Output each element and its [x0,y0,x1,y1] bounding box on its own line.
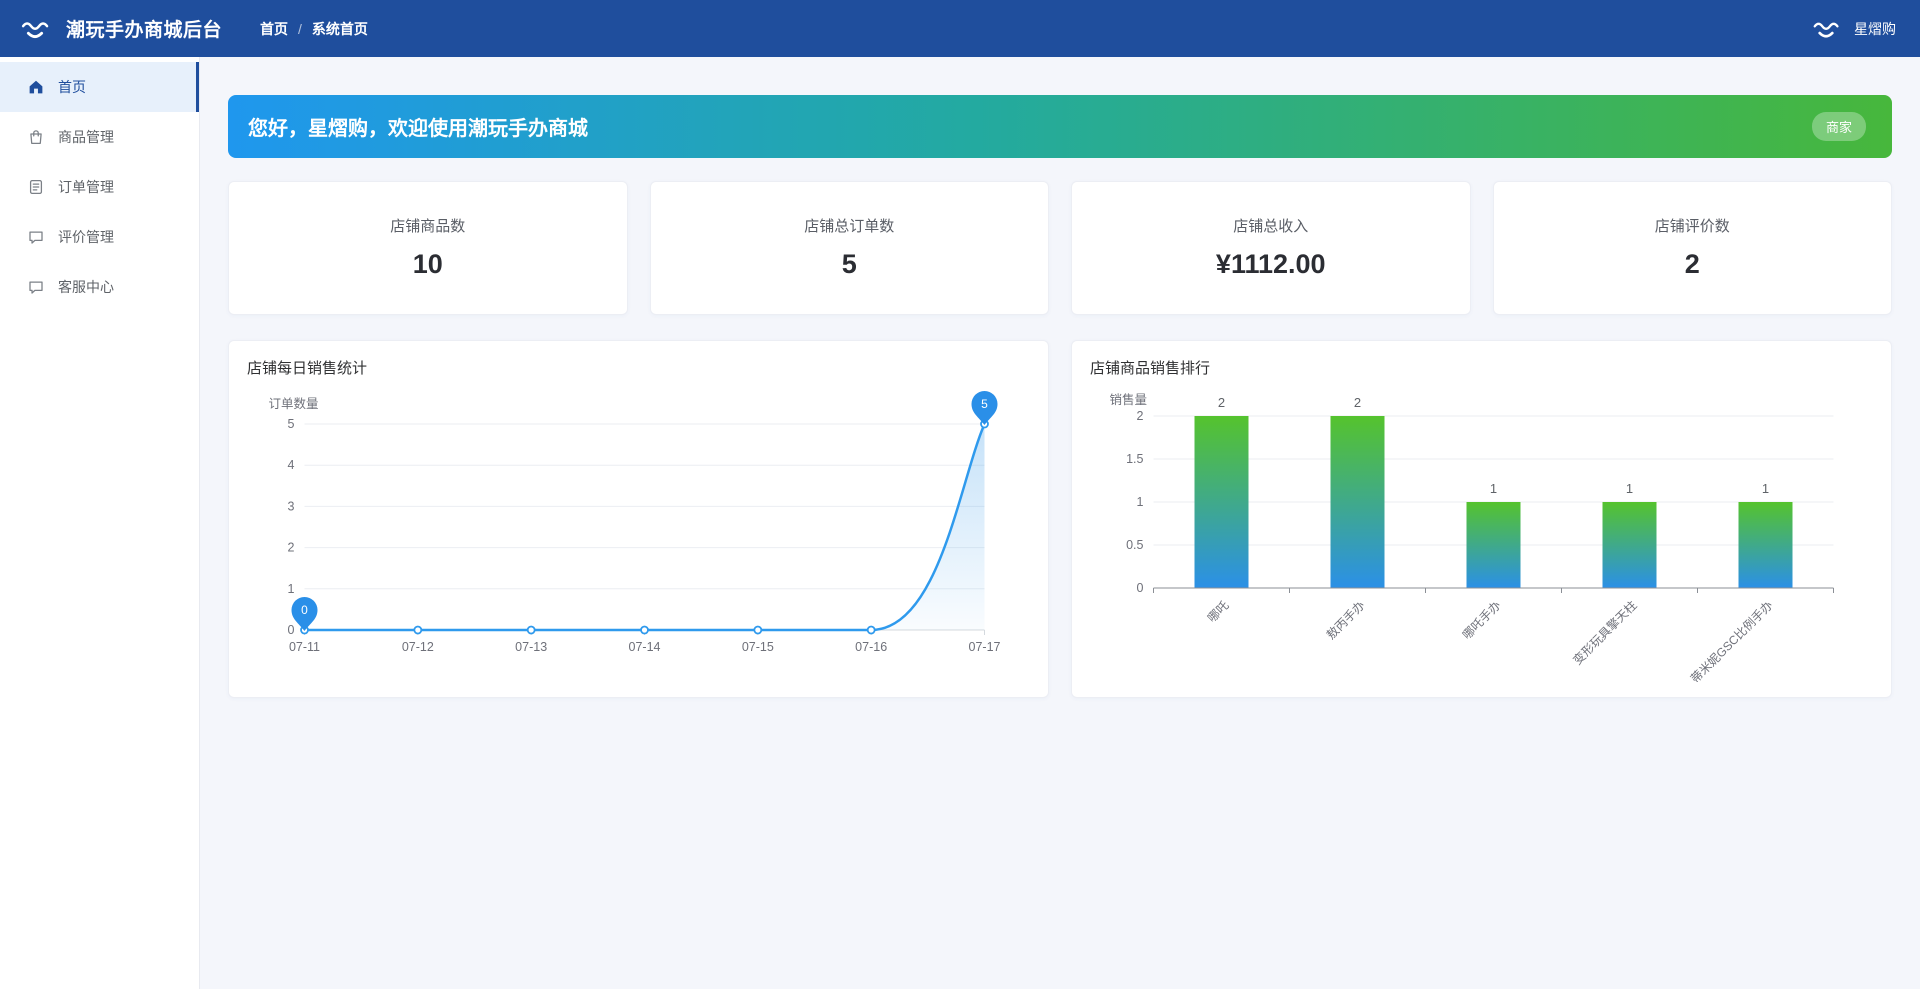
main-content: 您好，星熠购，欢迎使用潮玩手办商城 商家 店铺商品数 10 店铺总订单数 5 店… [200,57,1920,989]
svg-text:1: 1 [288,582,295,596]
bars: 2 2 1 1 1 [1194,395,1793,588]
svg-text:3: 3 [288,499,295,513]
bar-value-label: 1 [1626,481,1633,496]
svg-text:2: 2 [1137,409,1144,423]
role-badge: 商家 [1811,112,1866,141]
grid [304,423,985,590]
bar [1466,502,1521,588]
username: 星熠购 [1854,20,1896,37]
breadcrumb-home[interactable]: 首页 [260,19,288,39]
stat-card-products: 店铺商品数 10 [228,181,628,315]
svg-text:0: 0 [288,623,295,637]
document-icon [27,178,45,196]
stat-label: 店铺评价数 [1654,218,1730,235]
mark-point-pin: 5 [971,391,998,425]
y-axis-name: 订单数量 [269,396,319,411]
sidebar-item-orders[interactable]: 订单管理 [0,162,199,212]
daily-sales-line-chart: 07-11 07-12 07-13 07-14 07-15 07-16 07-1701234… [269,391,1001,654]
home-icon [27,78,45,96]
bar [1602,502,1657,588]
welcome-banner: 您好，星熠购，欢迎使用潮玩手办商城 商家 [228,95,1892,158]
stat-card-revenue: 店铺总收入 ¥1112.00 [1071,181,1471,315]
stat-label: 店铺总收入 [1233,218,1309,235]
sidebar-item-support[interactable]: 客服中心 [0,262,199,312]
svg-text:07-16: 07-16 [855,640,887,654]
svg-text:0: 0 [301,603,308,617]
stat-card-orders: 店铺总订单数 5 [649,181,1049,315]
sidebar-item-products[interactable]: 商品管理 [0,112,199,162]
category-label: 变形玩具擎天柱 [1570,598,1640,668]
svg-text:0.5: 0.5 [1126,538,1143,552]
stat-value: ¥1112.00 [1215,249,1326,279]
stat-label: 店铺总订单数 [804,218,895,235]
category-label: 蒂米妮GSC比例手办 [1687,598,1775,682]
chart-title: 店铺商品销售排行 [1090,360,1211,377]
category-label: 敖丙手办 [1323,598,1368,643]
breadcrumb: 首页 / 系统首页 [260,19,368,39]
series-line [304,423,986,632]
user-menu[interactable]: 星熠购 [1808,11,1896,47]
y-axis: 0 0.5 1 1.5 2 [1126,409,1143,595]
svg-text:5: 5 [288,417,295,431]
breadcrumb-separator: / [298,20,302,37]
navbar-left: 潮玩手办商城后台 首页 / 系统首页 [16,10,368,48]
bar-value-label: 2 [1218,395,1225,410]
bar [1738,502,1793,588]
comment-icon [27,228,45,246]
category-label: 哪吒 [1205,598,1232,625]
markers [300,419,989,635]
top-navbar: 潮玩手办商城后台 首页 / 系统首页 星熠购 [0,0,1920,57]
svg-text:07-17: 07-17 [969,640,1001,654]
sidebar-item-label: 首页 [58,79,86,95]
sidebar-item-label: 评价管理 [58,229,114,245]
svg-text:07-15: 07-15 [742,640,774,654]
sidebar: 首页 商品管理 订单管理 评价管理 客服中心 [0,57,200,989]
svg-text:2: 2 [288,541,295,555]
sidebar-item-home[interactable]: 首页 [0,62,199,112]
svg-text:0: 0 [1137,581,1144,595]
welcome-text: 您好，星熠购，欢迎使用潮玩手办商城 [248,118,588,140]
stat-value: 5 [841,249,857,279]
app-logo-icon [16,10,54,48]
svg-text:07-11: 07-11 [289,640,320,654]
svg-text:1.5: 1.5 [1126,452,1143,466]
daily-sales-card: 店铺每日销售统计 07-11 07-12 07-13 07-14 07-15 07-16 0… [228,340,1049,698]
stat-card-reviews: 店铺评价数 2 [1492,181,1892,315]
series-area [304,424,985,630]
app-title: 潮玩手办商城后台 [66,20,223,41]
bar [1330,416,1385,588]
stat-value: 10 [412,249,443,279]
svg-text:5: 5 [981,397,988,411]
bag-icon [27,128,45,146]
y-axis-name: 销售量 [1110,392,1148,407]
bar [1194,416,1249,588]
charts-row: 店铺每日销售统计 07-11 07-12 07-13 07-14 07-15 07-16 0… [228,340,1892,698]
x-axis: 哪吒 敖丙手办 哪吒手办 变形玩具擎天柱 蒂米妮GSC比例手办 [1153,587,1834,682]
sidebar-item-label: 订单管理 [58,179,114,195]
stats-row: 店铺商品数 10 店铺总订单数 5 店铺总收入 ¥1112.00 店铺评价数 2 [228,181,1892,315]
svg-text:07-12: 07-12 [402,640,434,654]
svg-text:07-14: 07-14 [629,640,661,654]
chart-title: 店铺每日销售统计 [247,360,368,377]
svg-text:4: 4 [288,458,295,472]
category-label: 哪吒手办 [1459,598,1504,643]
stat-value: 2 [1684,249,1700,279]
mark-point-pin: 0 [291,597,318,631]
breadcrumb-current[interactable]: 系统首页 [312,19,368,39]
product-ranking-card: 店铺商品销售排行 0 0.5 1 1.5 2 销售量 2 2 1 1 1 哪吒 敖丙手办 哪吒手办 变形玩具… [1071,340,1892,698]
user-avatar-icon [1808,11,1844,47]
bar-value-label: 1 [1762,481,1769,496]
svg-text:1: 1 [1137,495,1144,509]
product-sales-bar-chart: 0 0.5 1 1.5 2 销售量 2 2 1 1 1 哪吒 敖丙手办 哪吒手办 变形玩具擎天柱 蒂米妮GSC… [1110,392,1834,682]
sidebar-item-label: 商品管理 [58,129,114,145]
sidebar-item-label: 客服中心 [58,279,114,295]
svg-text:07-13: 07-13 [515,640,547,654]
bar-value-label: 1 [1490,481,1497,496]
bar-value-label: 2 [1354,395,1361,410]
chat-icon [27,278,45,296]
sidebar-item-reviews[interactable]: 评价管理 [0,212,199,262]
stat-label: 店铺商品数 [390,218,466,235]
